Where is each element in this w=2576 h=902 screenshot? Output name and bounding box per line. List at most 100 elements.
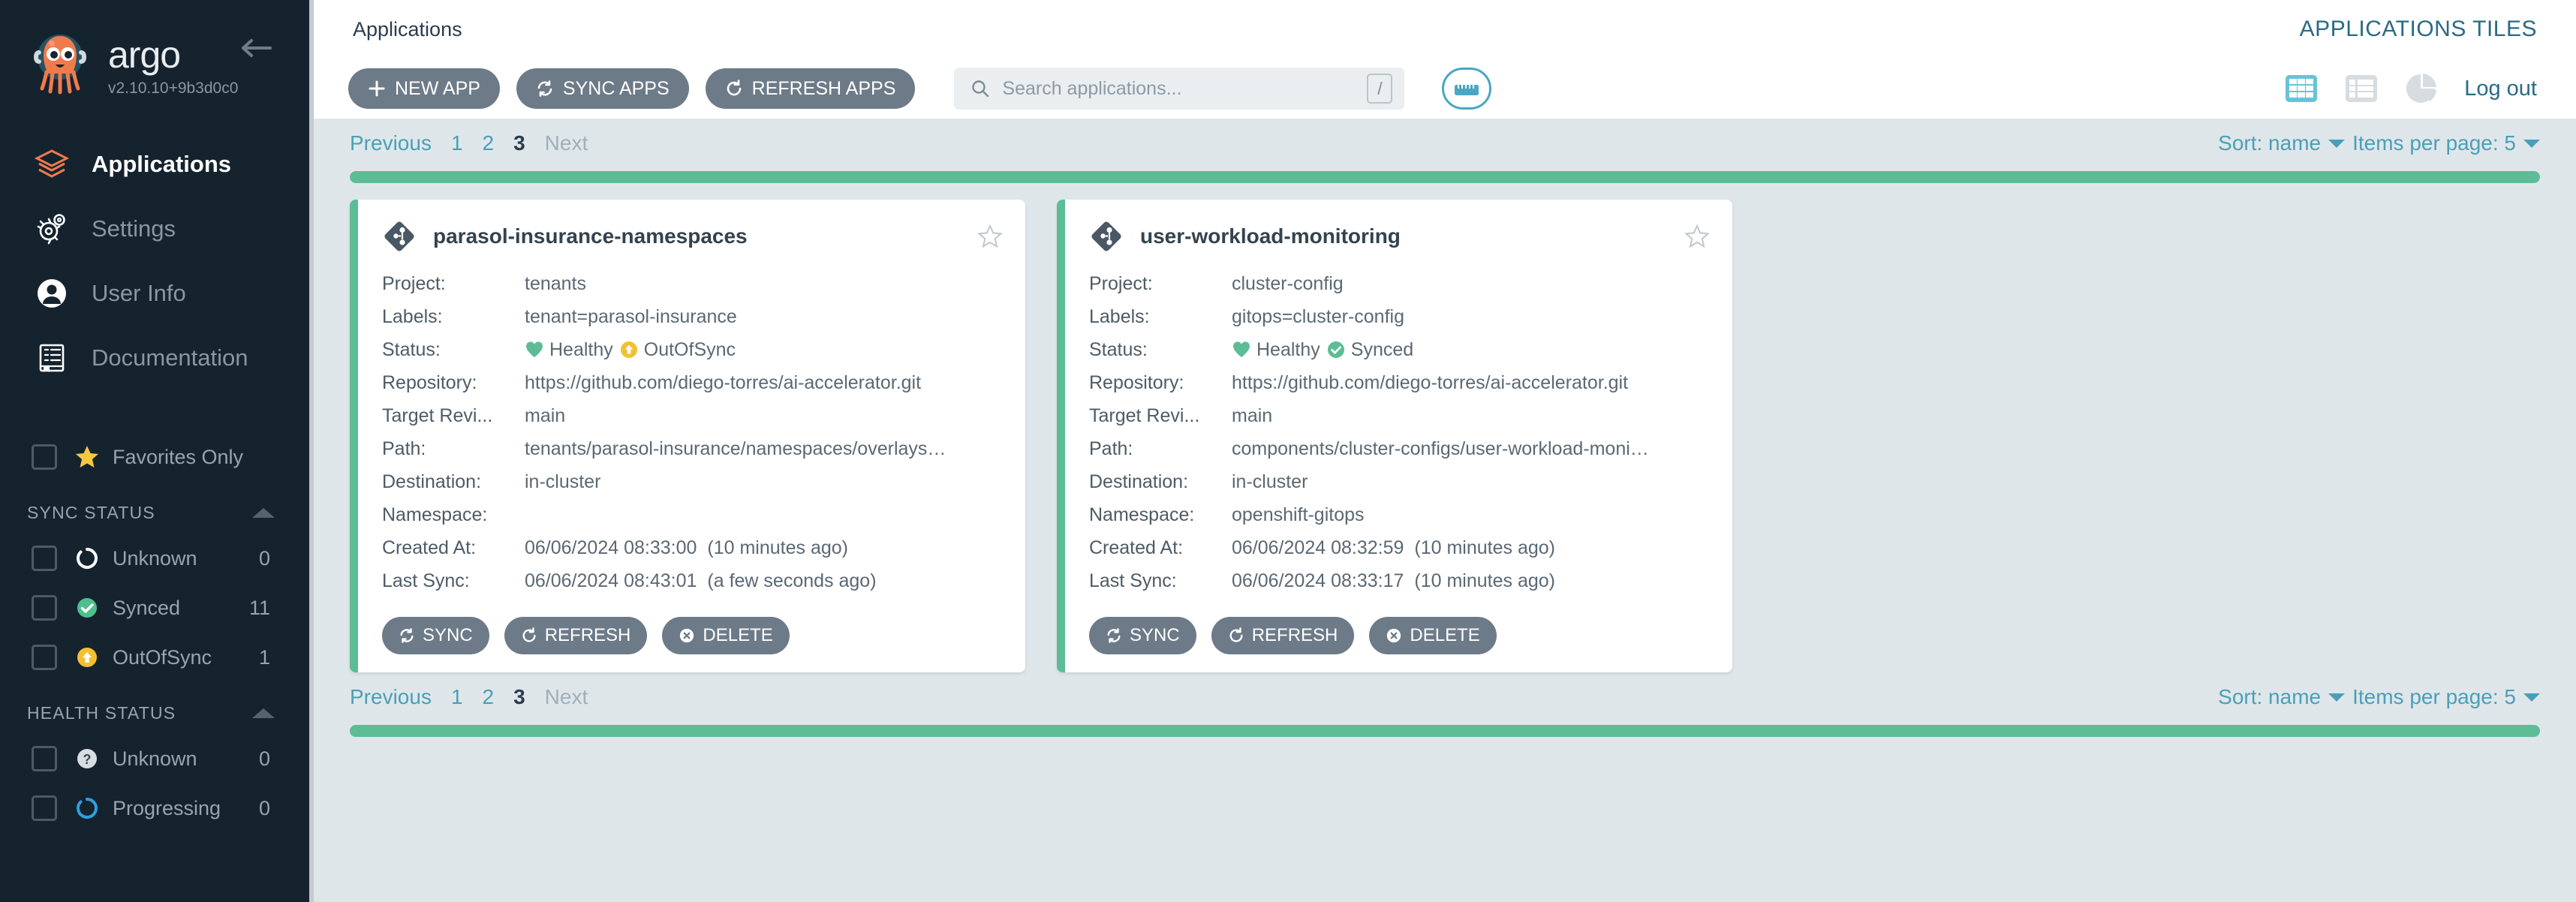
page-button-1[interactable]: 1 bbox=[451, 685, 463, 709]
sidebar-item-documentation[interactable]: Documentation bbox=[0, 326, 309, 390]
sidebar-item-settings[interactable]: Settings bbox=[0, 197, 309, 261]
card-sync-button[interactable]: SYNC bbox=[1089, 617, 1196, 654]
filter-sync-outofsync[interactable]: OutOfSync 1 bbox=[0, 633, 309, 682]
status-badges: Healthy Synced bbox=[1232, 339, 1413, 361]
field-label: Labels: bbox=[1089, 305, 1150, 327]
sidebar-nav: Applications Settings User Info Document… bbox=[0, 132, 309, 390]
list-view-icon[interactable] bbox=[2344, 71, 2379, 106]
filter-health-unknown[interactable]: ? Unknown 0 bbox=[0, 734, 309, 783]
card-refresh-button[interactable]: REFRESH bbox=[1211, 617, 1355, 654]
pagination-top: Previous 1 2 3 Next Sort: name Items per… bbox=[314, 119, 2576, 165]
card-refresh-button[interactable]: REFRESH bbox=[504, 617, 648, 654]
favorite-star-icon[interactable] bbox=[977, 224, 1003, 249]
field-label: Path: bbox=[382, 437, 426, 459]
field-label: Target Revi... bbox=[1089, 404, 1200, 426]
sync-status-section-header[interactable]: SYNC STATUS bbox=[0, 482, 309, 534]
field-value: tenant=parasol-insurance bbox=[525, 305, 737, 327]
new-app-label: NEW APP bbox=[395, 77, 480, 99]
sync-apps-button[interactable]: SYNC APPS bbox=[516, 68, 689, 109]
health-progressing-checkbox[interactable] bbox=[32, 795, 57, 821]
filter-label: Synced bbox=[113, 596, 181, 619]
toolbar: NEW APP SYNC APPS REFRESH APPS Search ap… bbox=[314, 59, 2576, 119]
items-per-page-label: Items per page: 5 bbox=[2352, 131, 2516, 155]
git-repo-icon bbox=[1089, 219, 1124, 254]
pagination-controls: Previous 1 2 3 Next bbox=[350, 131, 588, 155]
card-header: parasol-insurance-namespaces bbox=[382, 219, 1003, 254]
field-value: 06/06/2024 08:32:59 bbox=[1232, 537, 1404, 558]
sync-progress-bar-bottom bbox=[350, 725, 2540, 737]
sort-controls: Sort: name Items per page: 5 bbox=[2218, 685, 2540, 709]
page-button-3[interactable]: 3 bbox=[513, 685, 525, 709]
sidebar-item-user-info[interactable]: User Info bbox=[0, 261, 309, 326]
sidebar-item-label: Settings bbox=[92, 215, 176, 242]
keyboard-shortcuts-button[interactable] bbox=[1442, 68, 1492, 110]
brand-version: v2.10.10+9b3d0c0 bbox=[108, 80, 239, 97]
field-value: components/cluster-configs/user-workload… bbox=[1232, 437, 1649, 459]
favorite-star-icon[interactable] bbox=[1684, 224, 1710, 249]
filter-sync-unknown[interactable]: Unknown 0 bbox=[0, 534, 309, 583]
summary-pie-icon[interactable] bbox=[2404, 71, 2439, 106]
card-delete-button[interactable]: DELETE bbox=[1369, 617, 1497, 654]
keyboard-icon bbox=[1454, 80, 1479, 97]
field-value: 06/06/2024 08:33:00 bbox=[525, 537, 697, 558]
field-repository: Repository: https://github.com/diego-tor… bbox=[382, 366, 1003, 399]
previous-page-button[interactable]: Previous bbox=[350, 131, 432, 155]
favorites-checkbox[interactable] bbox=[32, 444, 57, 470]
health-status-section-header[interactable]: HEALTH STATUS bbox=[0, 682, 309, 734]
card-sync-button[interactable]: SYNC bbox=[382, 617, 489, 654]
sort-dropdown[interactable]: Sort: name bbox=[2218, 131, 2346, 155]
items-per-page-dropdown[interactable]: Items per page: 5 bbox=[2352, 131, 2540, 155]
logout-button[interactable]: Log out bbox=[2464, 77, 2537, 101]
sidebar-item-label: Documentation bbox=[92, 344, 248, 371]
created-relative: (10 minutes ago) bbox=[1414, 537, 1555, 558]
page-title: APPLICATIONS TILES bbox=[2299, 17, 2537, 41]
previous-page-button[interactable]: Previous bbox=[350, 685, 432, 709]
filter-favorites-only[interactable]: Favorites Only bbox=[0, 432, 309, 482]
items-per-page-dropdown[interactable]: Items per page: 5 bbox=[2352, 685, 2540, 709]
field-value: tenants/parasol-insurance/namespaces/ove… bbox=[525, 437, 946, 459]
field-label: Namespace: bbox=[1089, 504, 1195, 525]
sync-badge: Synced bbox=[1326, 339, 1413, 361]
delete-x-icon bbox=[679, 627, 695, 644]
sync-unknown-checkbox[interactable] bbox=[32, 546, 57, 571]
field-value: https://github.com/diego-torres/ai-accel… bbox=[1232, 371, 1629, 393]
new-app-button[interactable]: NEW APP bbox=[348, 68, 500, 109]
filter-sync-synced[interactable]: Synced 11 bbox=[0, 583, 309, 633]
sort-dropdown[interactable]: Sort: name bbox=[2218, 685, 2346, 709]
card-delete-button[interactable]: DELETE bbox=[662, 617, 790, 654]
sidebar-item-applications[interactable]: Applications bbox=[0, 132, 309, 197]
search-input[interactable] bbox=[1002, 77, 1368, 100]
gear-icon bbox=[32, 212, 72, 246]
page-button-3[interactable]: 3 bbox=[513, 131, 525, 155]
refresh-apps-button[interactable]: REFRESH APPS bbox=[705, 68, 916, 109]
card-refresh-label: REFRESH bbox=[544, 625, 631, 645]
sync-synced-checkbox[interactable] bbox=[32, 595, 57, 621]
chevron-up-icon[interactable] bbox=[252, 508, 275, 518]
layers-icon bbox=[32, 147, 72, 182]
card-header: user-workload-monitoring bbox=[1089, 219, 1710, 254]
filter-label: Unknown bbox=[113, 546, 197, 570]
next-page-button: Next bbox=[544, 685, 588, 708]
search-box[interactable]: / bbox=[954, 68, 1405, 110]
application-card[interactable]: user-workload-monitoring Project: cluste… bbox=[1057, 200, 1732, 672]
tiles-view-icon[interactable] bbox=[2284, 71, 2319, 106]
pagination-bottom: Previous 1 2 3 Next Sort: name Items per… bbox=[314, 672, 2576, 719]
field-value: in-cluster bbox=[525, 471, 601, 492]
user-icon bbox=[32, 276, 72, 311]
sync-outofsync-checkbox[interactable] bbox=[32, 645, 57, 670]
chevron-up-icon[interactable] bbox=[252, 708, 275, 718]
sidebar-item-label: User Info bbox=[92, 280, 186, 306]
items-per-page-label: Items per page: 5 bbox=[2352, 685, 2516, 708]
health-unknown-checkbox[interactable] bbox=[32, 746, 57, 771]
collapse-sidebar-icon[interactable] bbox=[239, 36, 273, 60]
git-repo-icon bbox=[382, 219, 417, 254]
health-badge: Healthy bbox=[1232, 339, 1320, 361]
filter-health-progressing[interactable]: Progressing 0 bbox=[0, 783, 309, 833]
page-button-2[interactable]: 2 bbox=[483, 685, 495, 709]
page-button-2[interactable]: 2 bbox=[483, 131, 495, 155]
health-status-title: HEALTH STATUS bbox=[27, 703, 176, 723]
field-target-revision: Target Revi... main bbox=[1089, 399, 1710, 432]
page-button-1[interactable]: 1 bbox=[451, 131, 463, 155]
application-card[interactable]: parasol-insurance-namespaces Project: te… bbox=[350, 200, 1025, 672]
field-status: Status: Healthy bbox=[1089, 333, 1710, 366]
